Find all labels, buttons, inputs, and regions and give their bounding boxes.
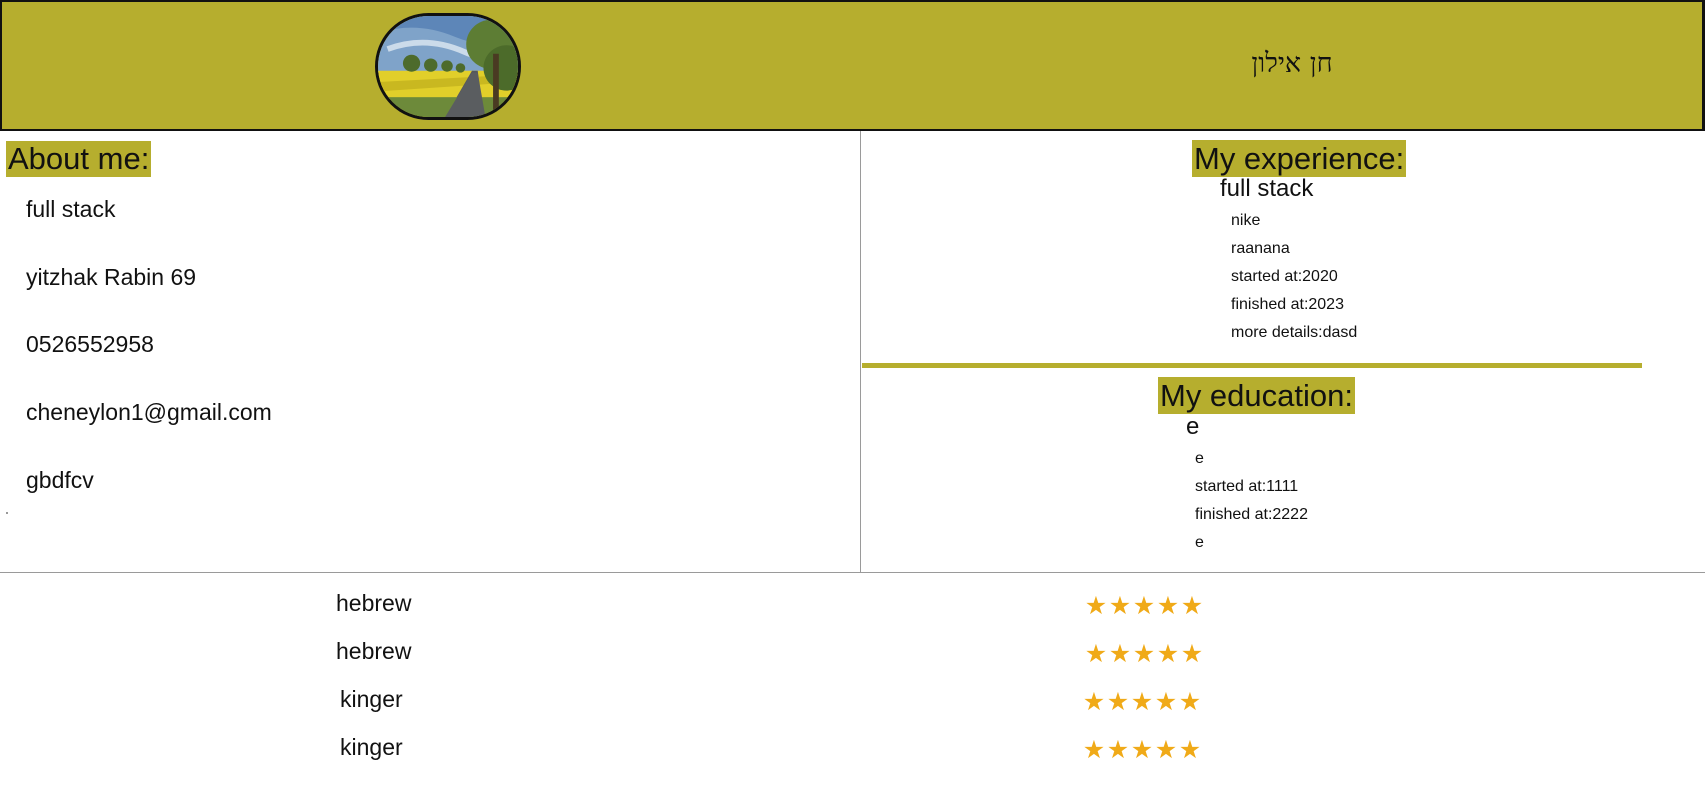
education-title: My education: xyxy=(1158,377,1355,414)
star-icon: ★ xyxy=(1108,592,1132,620)
language-name: kinger xyxy=(340,686,403,712)
language-rating-stars: ★ ★ ★ ★ ★ xyxy=(1084,593,1204,619)
star-icon: ★ xyxy=(1154,736,1178,764)
language-rating-stars: ★ ★ ★ ★ ★ xyxy=(1082,689,1202,715)
language-rating-stars: ★ ★ ★ ★ ★ xyxy=(1084,641,1204,667)
about-section: About me: full stack yitzhak Rabin 69 05… xyxy=(0,131,861,572)
language-name: kinger xyxy=(340,734,403,760)
education-finished: finished at:2222 xyxy=(1195,506,1308,523)
experience-started: started at:2020 xyxy=(1231,268,1338,285)
about-address: yitzhak Rabin 69 xyxy=(26,264,197,290)
about-phone: 0526552958 xyxy=(26,331,154,357)
profile-photo xyxy=(375,13,521,120)
experience-company: nike xyxy=(1231,212,1261,229)
star-icon: ★ xyxy=(1082,688,1106,716)
profile-name: חן אילון xyxy=(1251,48,1333,79)
education-details: e xyxy=(1195,534,1204,551)
star-icon: ★ xyxy=(1130,736,1154,764)
education-started: started at:1111 xyxy=(1195,478,1299,495)
language-name: hebrew xyxy=(336,590,412,616)
star-icon: ★ xyxy=(1178,736,1202,764)
star-icon: ★ xyxy=(1132,640,1156,668)
about-role: full stack xyxy=(26,196,116,222)
landscape-photo-icon xyxy=(378,16,518,117)
star-icon: ★ xyxy=(1130,688,1154,716)
star-icon: ★ xyxy=(1180,640,1204,668)
star-icon: ★ xyxy=(1180,592,1204,620)
experience-education-section: My experience: full stack nike raanana s… xyxy=(862,131,1705,572)
education-degree: e xyxy=(1186,413,1200,440)
star-icon: ★ xyxy=(1084,640,1108,668)
experience-finished: finished at:2023 xyxy=(1231,296,1344,313)
star-icon: ★ xyxy=(1132,592,1156,620)
star-icon: ★ xyxy=(1156,640,1180,668)
experience-details: more details:dasd xyxy=(1231,324,1358,341)
about-title: About me: xyxy=(6,141,152,177)
star-icon: ★ xyxy=(1156,592,1180,620)
star-icon: ★ xyxy=(1106,688,1130,716)
education-institution: e xyxy=(1195,450,1204,467)
language-name: hebrew xyxy=(336,638,412,664)
star-icon: ★ xyxy=(1084,592,1108,620)
about-extra: gbdfcv xyxy=(26,467,94,493)
star-icon: ★ xyxy=(1106,736,1130,764)
page-header: חן אילון xyxy=(0,0,1705,131)
star-icon: ★ xyxy=(1082,736,1106,764)
section-divider xyxy=(862,363,1642,368)
language-rating-stars: ★ ★ ★ ★ ★ xyxy=(1082,737,1202,763)
experience-role: full stack xyxy=(1220,175,1314,202)
star-icon: ★ xyxy=(1154,688,1178,716)
experience-title: My experience: xyxy=(1192,140,1407,177)
star-icon: ★ xyxy=(1108,640,1132,668)
star-icon: ★ xyxy=(1178,688,1202,716)
decorative-dot xyxy=(6,512,8,514)
experience-location: raanana xyxy=(1231,240,1290,257)
about-email: cheneylon1@gmail.com xyxy=(26,399,272,425)
languages-separator xyxy=(0,572,1705,573)
